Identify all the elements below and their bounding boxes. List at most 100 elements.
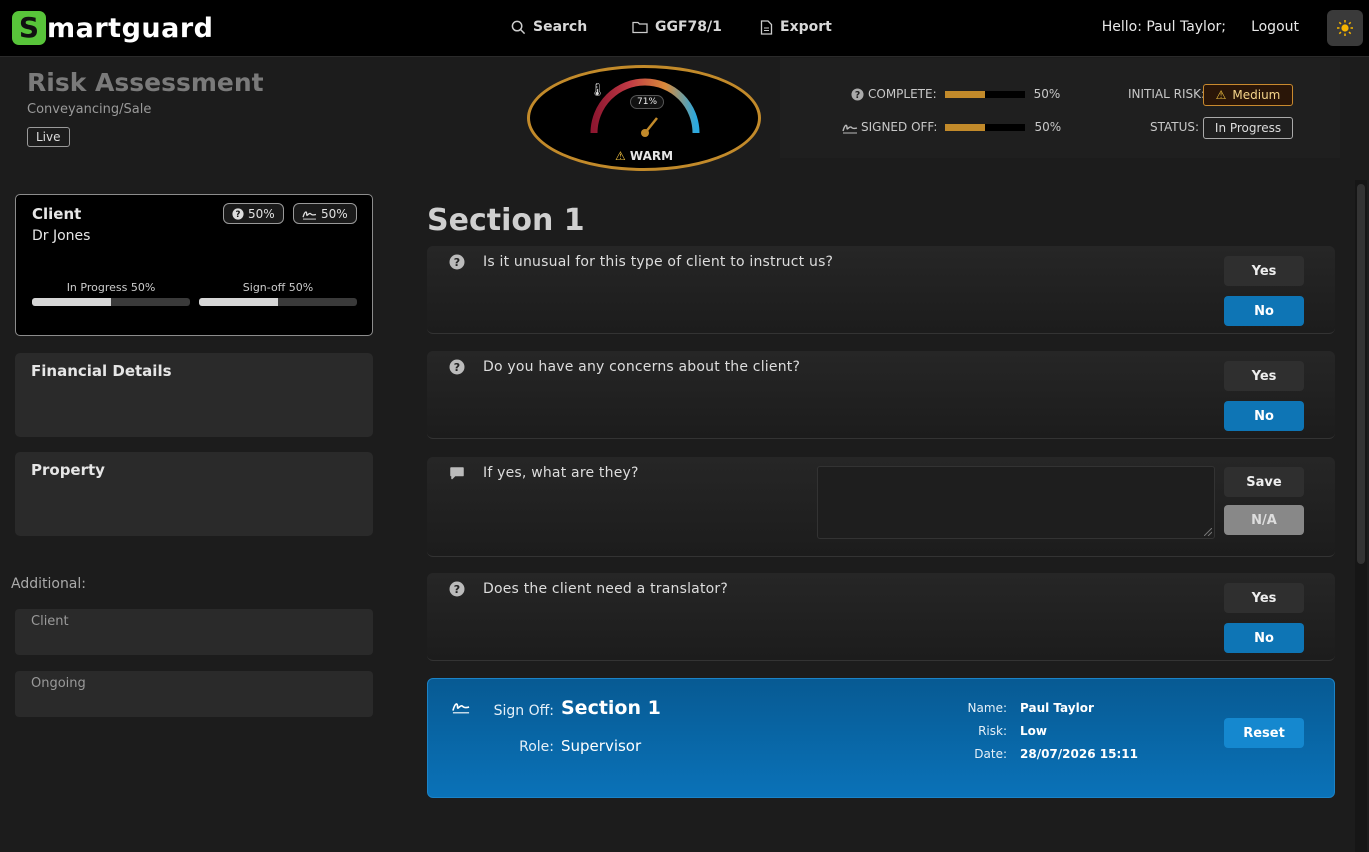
yes-button[interactable]: Yes: [1224, 583, 1304, 613]
client-signed-badge: 50%: [293, 203, 357, 224]
role-label: Role:: [519, 739, 554, 755]
no-button[interactable]: No: [1224, 296, 1304, 326]
logo[interactable]: S martguard: [12, 11, 214, 45]
signature-icon: [842, 124, 858, 133]
answer-textarea[interactable]: [817, 466, 1215, 539]
nav-export-label: Export: [780, 19, 832, 35]
complete-label: COMPLETE:: [868, 87, 937, 101]
signed-value: 50%: [1034, 120, 1062, 134]
signature-icon: [302, 210, 317, 220]
additional-ongoing-label: Ongoing: [31, 676, 86, 691]
question-card: ? Is it unusual for this type of client …: [427, 246, 1335, 334]
status-badge: In Progress: [1203, 117, 1293, 139]
reset-button[interactable]: Reset: [1224, 718, 1304, 748]
nav-search[interactable]: Search: [511, 19, 587, 35]
progress-fill: [32, 298, 111, 306]
client-complete-value: 50%: [248, 206, 275, 221]
signed-stat: SIGNED OFF: 50%: [842, 120, 1061, 134]
question-card: ? Does the client need a translator? Yes…: [427, 573, 1335, 661]
date-value: 28/07/2026 15:11: [1020, 747, 1138, 761]
date-label: Date:: [974, 747, 1007, 761]
progress-fill: [945, 123, 986, 131]
signoff-panel: Sign Off: Section 1 Role: Supervisor Nam…: [427, 678, 1335, 798]
top-bar: S martguard Search GGF78/1 Export Hello:…: [0, 0, 1369, 57]
svg-text:?: ?: [236, 210, 241, 220]
sun-icon: [1337, 20, 1353, 36]
folder-icon: [632, 21, 648, 34]
additional-client-label: Client: [31, 614, 69, 629]
warning-icon: ⚠: [1215, 88, 1227, 102]
client-signoff-label: Sign-off 50%: [242, 281, 314, 294]
gauge-temperature-label: WARM: [629, 149, 674, 163]
question-card: If yes, what are they? Save N/A: [427, 457, 1335, 557]
initial-risk-badge: ⚠ Medium: [1203, 84, 1293, 106]
signed-bar: [945, 123, 1026, 131]
initial-risk-label: INITIAL RISK:: [1128, 87, 1206, 101]
warning-icon: ⚠: [614, 149, 626, 163]
nav-matter-label: GGF78/1: [655, 19, 722, 35]
theme-toggle-button[interactable]: [1327, 10, 1363, 46]
risk-label: Risk:: [978, 724, 1007, 738]
search-icon: [511, 20, 526, 34]
live-badge: Live: [27, 127, 70, 147]
nav-search-label: Search: [533, 19, 588, 35]
complete-bar: [944, 90, 1025, 98]
no-button[interactable]: No: [1224, 401, 1304, 431]
property-card[interactable]: Property: [15, 452, 373, 536]
no-button[interactable]: No: [1224, 623, 1304, 653]
client-signoff-bar: [199, 298, 357, 306]
progress-fill: [944, 90, 985, 98]
complete-stat: ? COMPLETE: 50%: [851, 87, 1060, 101]
additional-label: Additional:: [11, 576, 86, 592]
user-greeting: Hello: Paul Taylor;: [1101, 19, 1226, 35]
status-label: STATUS:: [1150, 120, 1200, 134]
signed-label: SIGNED OFF:: [861, 120, 938, 134]
question-icon: ?: [449, 581, 465, 597]
client-progress-bar: [32, 298, 190, 306]
additional-client-card[interactable]: Client: [15, 609, 373, 655]
gauge-temperature: ⚠ WARM: [530, 149, 758, 163]
save-button[interactable]: Save: [1224, 467, 1304, 497]
client-complete-badge: ? 50%: [223, 203, 284, 224]
initial-risk-value: Medium: [1232, 88, 1281, 102]
client-card[interactable]: Client Dr Jones ? 50% 50% In Progress 50…: [15, 194, 373, 336]
signoff-label: Sign Off:: [493, 703, 554, 719]
progress-fill: [199, 298, 278, 306]
section-title: Section 1: [427, 203, 585, 238]
question-text: If yes, what are they?: [483, 465, 639, 481]
na-button[interactable]: N/A: [1224, 505, 1304, 535]
yes-button[interactable]: Yes: [1224, 361, 1304, 391]
additional-ongoing-card[interactable]: Ongoing: [15, 671, 373, 717]
page-title: Risk Assessment: [27, 68, 264, 97]
financial-details-title: Financial Details: [31, 362, 172, 380]
signoff-section: Section 1: [561, 697, 661, 719]
property-title: Property: [31, 461, 105, 479]
question-text: Do you have any concerns about the clien…: [483, 359, 801, 375]
temperature-gauge: 🌡 71% ⚠ WARM: [527, 65, 761, 171]
question-icon: ?: [449, 359, 465, 375]
financial-details-card[interactable]: Financial Details: [15, 353, 373, 437]
question-text: Does the client need a translator?: [483, 581, 728, 597]
risk-value: Low: [1020, 724, 1047, 738]
client-card-title: Client: [32, 205, 82, 223]
svg-text:?: ?: [855, 89, 860, 100]
scrollbar[interactable]: [1357, 184, 1365, 564]
comment-icon: [450, 467, 464, 480]
resize-handle-icon: [1204, 528, 1212, 536]
role-value: Supervisor: [561, 737, 642, 755]
nav-matter[interactable]: GGF78/1: [632, 19, 722, 35]
yes-button[interactable]: Yes: [1224, 256, 1304, 286]
nav-export[interactable]: Export: [760, 19, 832, 35]
logout-link[interactable]: Logout: [1251, 19, 1299, 35]
svg-text:?: ?: [454, 256, 460, 269]
question-text: Is it unusual for this type of client to…: [483, 254, 834, 270]
complete-value: 50%: [1033, 87, 1061, 101]
thermometer-icon: 🌡: [589, 82, 606, 98]
name-label: Name:: [967, 701, 1007, 715]
logo-text: martguard: [47, 12, 214, 44]
gauge-percent: 71%: [630, 95, 665, 109]
svg-text:?: ?: [454, 583, 460, 596]
svg-text:?: ?: [454, 361, 460, 374]
client-name: Dr Jones: [32, 228, 91, 244]
question-icon: ?: [851, 87, 864, 100]
